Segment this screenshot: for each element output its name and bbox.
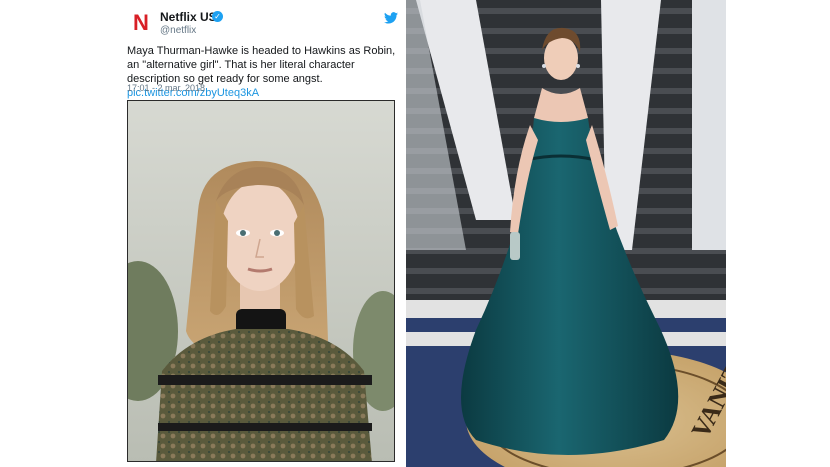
tweet-photo[interactable] — [127, 100, 395, 462]
tweet-card: N Netflix US ✓ @netflix Maya Thurman-Haw… — [118, 0, 404, 467]
account-name[interactable]: Netflix US — [160, 10, 217, 24]
portrait-image — [128, 101, 394, 461]
twitter-bird-icon[interactable] — [384, 12, 398, 24]
account-avatar[interactable]: N — [128, 10, 152, 36]
account-handle[interactable]: @netflix — [160, 25, 196, 36]
verified-badge-icon: ✓ — [212, 11, 223, 22]
tweet-body: Maya Thurman-Hawke is headed to Hawkins … — [127, 45, 396, 85]
tweet-timestamp[interactable]: 17:01 - 2 mar. 2018 — [127, 83, 205, 93]
tweet-header: N Netflix US ✓ @netflix — [126, 10, 398, 40]
red-carpet-image: VANITY FA — [406, 0, 726, 467]
netflix-logo-icon: N — [133, 10, 149, 35]
red-carpet-photo[interactable]: VANITY FA — [406, 0, 726, 467]
